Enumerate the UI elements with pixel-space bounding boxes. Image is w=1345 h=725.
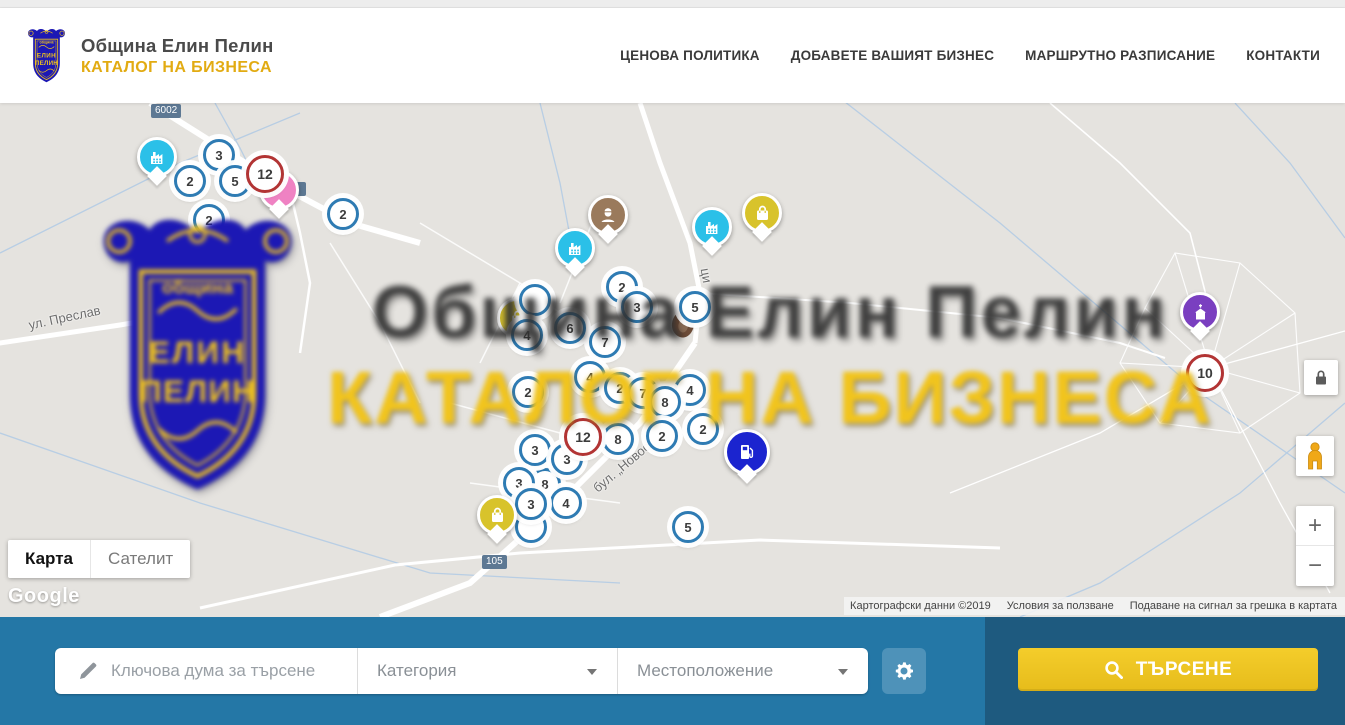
site-subtitle: КАТАЛОГ НА БИЗНЕСА (81, 59, 273, 77)
cluster-marker[interactable]: 2 (327, 198, 359, 230)
municipality-crest-icon (25, 28, 68, 84)
cluster-marker[interactable] (519, 284, 551, 316)
site-logo[interactable]: Община Елин Пелин КАТАЛОГ НА БИЗНЕСА (25, 28, 273, 84)
pegman-control[interactable] (1296, 436, 1334, 476)
cluster-marker[interactable]: 8 (649, 386, 681, 418)
nav-item[interactable]: МАРШРУТНО РАЗПИСАНИЕ (1025, 48, 1215, 63)
map-canvas[interactable]: ул. Преславбул. „Новоселци6002105 325122… (0, 103, 1345, 617)
street-view-lock-button[interactable] (1304, 360, 1338, 395)
search-submit-label: ТЪРСЕНЕ (1136, 659, 1233, 681)
category-select-label: Категория (377, 661, 456, 681)
cluster-marker[interactable]: 3 (515, 488, 547, 520)
attribution-report-link[interactable]: Подаване на сигнал за грешка в картата (1130, 600, 1337, 612)
chevron-down-icon (838, 669, 848, 675)
main-nav: ЦЕНОВА ПОЛИТИКА ДОБАВЕТЕ ВАШИЯТ БИЗНЕС МАР… (620, 48, 1320, 63)
keyword-field-wrap (55, 648, 357, 694)
nav-item[interactable]: ЦЕНОВА ПОЛИТИКА (620, 48, 760, 63)
header: Община Елин Пелин КАТАЛОГ НА БИЗНЕСА ЦЕН… (0, 8, 1345, 103)
cluster-marker[interactable]: 3 (519, 434, 551, 466)
business-pin-factory[interactable] (555, 228, 595, 268)
search-bar: Категория Местоположение ТЪРСЕНЕ (0, 617, 1345, 725)
business-pin-bag[interactable] (477, 495, 517, 535)
lock-icon (1314, 369, 1328, 386)
road-badge: 105 (482, 555, 507, 569)
business-pin-church[interactable] (1180, 292, 1220, 332)
business-pin-factory[interactable] (692, 207, 732, 247)
page: Община Елин Пелин КАТАЛОГ НА БИЗНЕСА ЦЕН… (0, 0, 1345, 725)
cluster-marker[interactable]: 6 (554, 312, 586, 344)
site-title: Община Елин Пелин (81, 35, 273, 57)
top-strip (0, 0, 1345, 8)
location-select-label: Местоположение (637, 661, 773, 681)
map-type-satellite-button[interactable]: Сателит (90, 540, 190, 578)
cluster-marker[interactable]: 2 (687, 413, 719, 445)
cluster-marker[interactable]: 12 (246, 155, 284, 193)
category-select[interactable]: Категория (357, 648, 617, 694)
nav-item[interactable]: КОНТАКТИ (1246, 48, 1320, 63)
business-pin-bag[interactable] (742, 193, 782, 233)
business-pin-fuel[interactable] (724, 429, 770, 475)
pencil-icon (77, 661, 98, 682)
zoom-in-button[interactable]: + (1296, 506, 1334, 546)
road-badge: 6002 (151, 104, 181, 118)
google-logo[interactable]: Google (8, 585, 80, 608)
business-pin-worker[interactable] (588, 195, 628, 235)
cluster-marker[interactable]: 2 (174, 165, 206, 197)
pegman-icon (1305, 442, 1325, 470)
cluster-marker[interactable]: 4 (574, 361, 606, 393)
zoom-out-button[interactable]: − (1296, 546, 1334, 586)
business-pin-factory[interactable] (137, 137, 177, 177)
location-select[interactable]: Местоположение (617, 648, 868, 694)
keyword-search-input[interactable] (111, 661, 331, 681)
cluster-marker[interactable]: 5 (672, 511, 704, 543)
search-fields-group: Категория Местоположение (55, 648, 868, 694)
attribution-terms-link[interactable]: Условия за ползване (1007, 600, 1114, 612)
cluster-marker[interactable]: 10 (1186, 354, 1224, 392)
cluster-marker[interactable]: 8 (602, 423, 634, 455)
nav-item[interactable]: ДОБАВЕТЕ ВАШИЯТ БИЗНЕС (791, 48, 994, 63)
street-label: ци (698, 267, 715, 284)
cluster-marker[interactable]: 5 (679, 291, 711, 323)
search-icon (1104, 660, 1123, 679)
gear-icon (892, 659, 916, 683)
cluster-marker[interactable]: 4 (550, 487, 582, 519)
cluster-marker[interactable]: 3 (621, 291, 653, 323)
chevron-down-icon (587, 669, 597, 675)
attribution-copyright: Картографски данни ©2019 (850, 600, 991, 612)
cluster-marker[interactable]: 2 (512, 376, 544, 408)
cluster-marker[interactable]: 2 (646, 420, 678, 452)
search-submit-button[interactable]: ТЪРСЕНЕ (1018, 648, 1318, 691)
advanced-search-button[interactable] (882, 648, 926, 694)
cluster-marker[interactable]: 2 (193, 204, 225, 236)
map-attribution: Картографски данни ©2019 Условия за полз… (844, 597, 1345, 615)
cluster-marker[interactable]: 12 (564, 418, 602, 456)
map-type-control: Карта Сателит (8, 540, 190, 578)
cluster-marker[interactable]: 4 (511, 319, 543, 351)
cluster-marker[interactable]: 7 (589, 326, 621, 358)
zoom-control: + − (1296, 506, 1334, 586)
map-type-map-button[interactable]: Карта (8, 540, 90, 578)
